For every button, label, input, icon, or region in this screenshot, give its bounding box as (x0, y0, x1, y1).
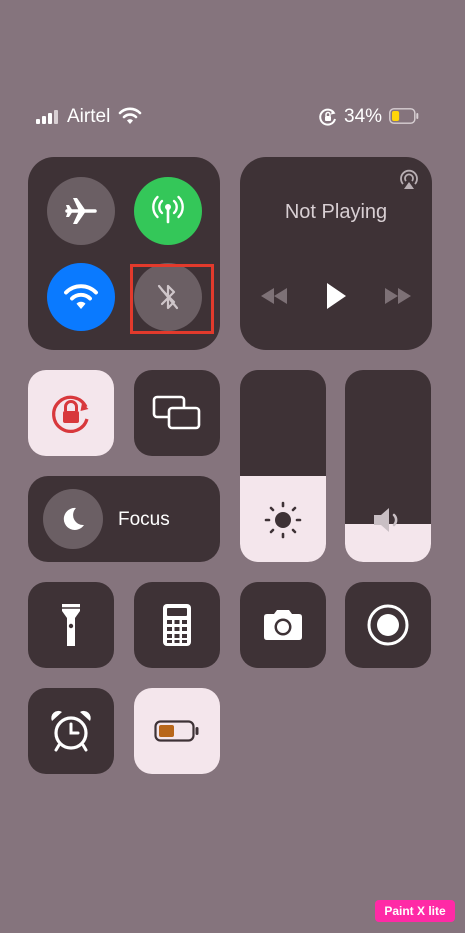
orientation-lock-toggle[interactable] (28, 370, 114, 456)
now-playing-module[interactable]: Not Playing (240, 157, 432, 350)
status-bar: Airtel 34% (0, 104, 465, 130)
camera-icon (264, 610, 302, 640)
focus-label: Focus (118, 509, 170, 530)
wifi-status-icon (118, 107, 142, 124)
flashlight-icon (62, 604, 80, 646)
focus-button[interactable]: Focus (28, 476, 220, 562)
next-track-button[interactable] (384, 285, 412, 307)
screen-mirroring-icon (152, 395, 201, 430)
alarm-icon (51, 710, 91, 752)
focus-icon-circle (43, 489, 103, 549)
signal-icon (36, 110, 62, 124)
screen-mirroring-button[interactable] (134, 370, 220, 456)
flashlight-button[interactable] (28, 582, 114, 668)
calculator-button[interactable] (134, 582, 220, 668)
wifi-icon (64, 284, 98, 309)
battery-icon (389, 108, 419, 124)
calculator-icon (163, 604, 191, 646)
screen-record-icon (367, 604, 409, 646)
low-power-icon (154, 720, 199, 742)
alarm-button[interactable] (28, 688, 114, 774)
play-button[interactable] (324, 281, 348, 311)
now-playing-title: Not Playing (284, 201, 388, 223)
wifi-toggle[interactable] (47, 263, 115, 331)
carrier-name: Airtel (67, 106, 111, 127)
orientation-lock-icon (52, 395, 89, 433)
camera-button[interactable] (240, 582, 326, 668)
antenna-icon (152, 195, 184, 224)
volume-slider[interactable] (345, 370, 431, 562)
sun-icon (264, 501, 302, 539)
speaker-icon (374, 508, 398, 532)
battery-percent: 34% (344, 106, 383, 127)
watermark-badge: Paint X lite (375, 900, 455, 922)
screen-record-button[interactable] (345, 582, 431, 668)
airplay-icon[interactable] (397, 168, 421, 192)
brightness-slider[interactable] (240, 370, 326, 562)
orientation-lock-status-icon (319, 108, 336, 126)
cellular-data-toggle[interactable] (134, 177, 202, 245)
bluetooth-highlight-box (130, 264, 214, 334)
low-power-mode-button[interactable] (134, 688, 220, 774)
moon-icon (63, 507, 84, 530)
previous-track-button[interactable] (260, 285, 288, 307)
airplane-mode-toggle[interactable] (47, 177, 115, 245)
airplane-icon (65, 198, 97, 224)
